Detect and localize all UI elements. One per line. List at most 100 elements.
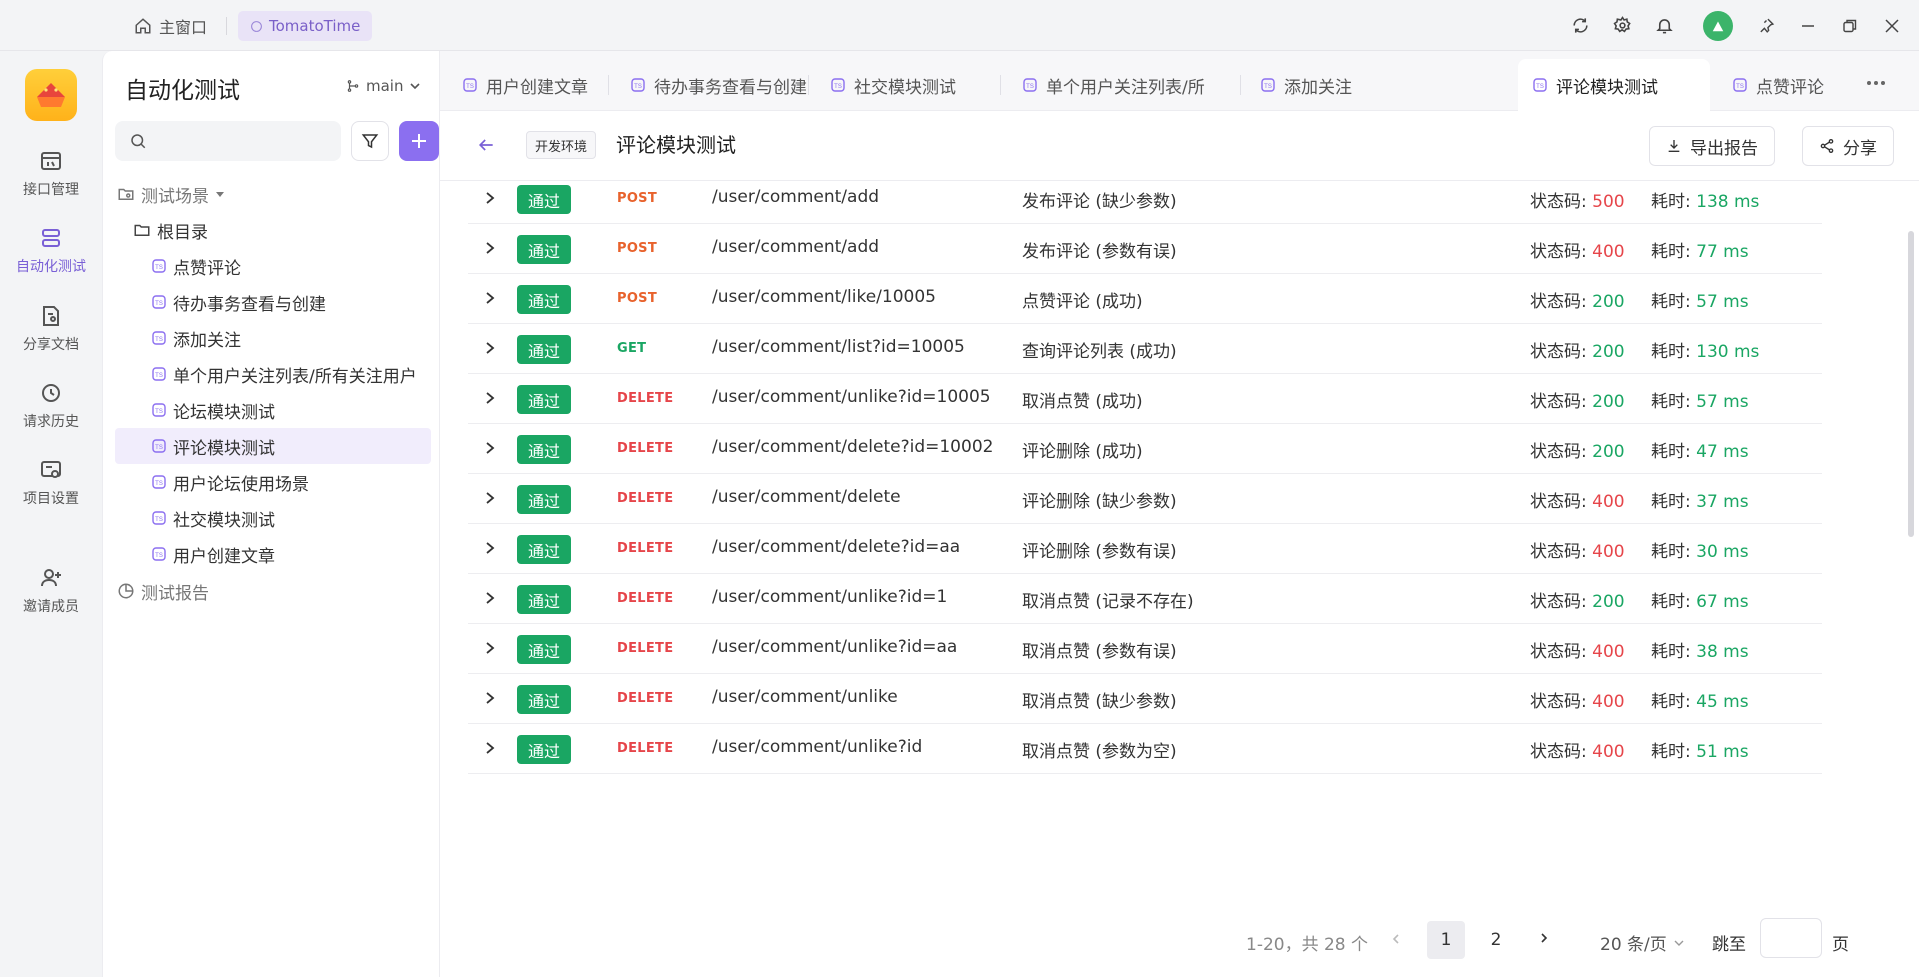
search-input[interactable] xyxy=(115,121,341,161)
http-method: DELETE xyxy=(617,541,674,556)
elapsed-time-value: 45 ms xyxy=(1696,692,1749,712)
svg-text:TS: TS xyxy=(155,553,163,559)
tree-item[interactable]: TS 社交模块测试 xyxy=(151,500,433,536)
export-report-button[interactable]: 导出报告 xyxy=(1649,126,1775,166)
result-row[interactable]: 通过 DELETE/user/comment/delete 评论删除 (缺少参数) 状… xyxy=(468,474,1822,524)
expand-chevron-icon[interactable] xyxy=(484,291,496,305)
home-window-button[interactable]: 主窗口 xyxy=(134,12,207,40)
close-window-button[interactable] xyxy=(1871,8,1913,44)
tree-item[interactable]: TS 添加关注 xyxy=(151,320,433,356)
tab-social-module[interactable]: TS 社交模块测试 xyxy=(808,59,1000,111)
page-size-select[interactable]: 20 条/页 xyxy=(1600,930,1685,955)
tree-item[interactable]: TS 单个用户关注列表/所有关注用户 xyxy=(151,356,433,392)
page-button-1[interactable]: 1 xyxy=(1427,921,1465,959)
rail-item-request-history[interactable]: 请求历史 xyxy=(0,371,102,441)
result-row[interactable]: 通过 DELETE/user/comment/unlike?id=aa 取消点赞 (… xyxy=(468,624,1822,674)
expand-chevron-icon[interactable] xyxy=(484,241,496,255)
result-row[interactable]: 通过 GET/user/comment/list?id=10005 查询评论列表 (… xyxy=(468,324,1822,374)
add-scenario-button[interactable] xyxy=(399,121,439,161)
tab-todo[interactable]: TS 待办事务查看与创建 xyxy=(608,59,808,111)
tree-item[interactable]: TS 用户论坛使用场景 xyxy=(151,464,433,500)
scenario-file-icon: TS xyxy=(152,295,166,309)
tab-label: 点赞评论 xyxy=(1756,77,1824,98)
avatar[interactable] xyxy=(1703,10,1733,41)
notifications-button[interactable] xyxy=(1646,8,1682,44)
request-path: /user/comment/delete xyxy=(712,487,901,507)
time-prefix: 耗时: xyxy=(1651,642,1691,662)
result-row[interactable]: 通过 DELETE/user/comment/unlike?id=1 取消点赞 (记… xyxy=(468,574,1822,624)
result-row[interactable]: 通过 DELETE/user/comment/delete?id=aa 评论删除 (… xyxy=(468,524,1822,574)
tree-item[interactable]: TS 待办事务查看与创建 xyxy=(151,284,433,320)
tree-item[interactable]: TS 点赞评论 xyxy=(151,248,433,284)
result-row[interactable]: 通过 DELETE/user/comment/unlike?id 取消点赞 (参数为… xyxy=(468,724,1822,774)
tree-item-selected[interactable]: TS 评论模块测试 xyxy=(115,428,431,464)
tree-root-folder[interactable]: 根目录 xyxy=(133,212,208,248)
elapsed-time-value: 138 ms xyxy=(1696,192,1760,212)
status-code: 状态码: 400 xyxy=(1530,637,1625,662)
tab-add-follow[interactable]: TS 添加关注 xyxy=(1238,59,1398,111)
expand-chevron-icon[interactable] xyxy=(484,591,496,605)
pin-window-button[interactable] xyxy=(1745,8,1787,44)
svg-text:TS: TS xyxy=(1026,84,1034,90)
expand-chevron-icon[interactable] xyxy=(484,491,496,505)
tab-overflow-button[interactable] xyxy=(1861,65,1891,101)
restore-button[interactable] xyxy=(1829,8,1871,44)
rail-item-invite-members[interactable]: 邀请成员 xyxy=(0,556,102,626)
result-row[interactable]: 通过 DELETE/user/comment/unlike 取消点赞 (缺少参数) 状… xyxy=(468,674,1822,724)
sync-button[interactable] xyxy=(1562,8,1598,44)
tree-item[interactable]: TS 用户创建文章 xyxy=(151,536,433,572)
filter-button[interactable] xyxy=(351,121,389,161)
expand-chevron-icon[interactable] xyxy=(484,691,496,705)
result-row[interactable]: 通过 DELETE/user/comment/unlike?id=10005 取消点… xyxy=(468,374,1822,424)
expand-chevron-icon[interactable] xyxy=(484,191,496,205)
expand-chevron-icon[interactable] xyxy=(484,341,496,355)
tab-follow-list[interactable]: TS 单个用户关注列表/所 xyxy=(1000,59,1240,111)
page-button-2[interactable]: 2 xyxy=(1477,921,1515,959)
time-prefix: 耗时: xyxy=(1651,342,1691,362)
branch-selector[interactable]: main xyxy=(346,77,421,95)
prev-page-button[interactable] xyxy=(1390,930,1402,949)
expand-chevron-icon[interactable] xyxy=(484,741,496,755)
rail-item-project-settings[interactable]: 项目设置 xyxy=(0,448,102,518)
next-page-button[interactable] xyxy=(1538,929,1550,948)
tree-reports[interactable]: 测试报告 xyxy=(117,573,209,609)
minimize-button[interactable] xyxy=(1787,8,1829,44)
elapsed-time: 耗时: 67 ms xyxy=(1651,587,1749,612)
scenario-file-icon: TS xyxy=(1261,78,1275,92)
rail-item-automation[interactable]: 自动化测试 xyxy=(0,216,102,286)
settings-button[interactable] xyxy=(1604,8,1640,44)
app-tab[interactable]: TomatoTime xyxy=(238,11,373,41)
scrollbar[interactable] xyxy=(1908,231,1914,537)
svg-text:TS: TS xyxy=(1264,84,1272,90)
rail-item-api-management[interactable]: 接口管理 xyxy=(0,139,102,209)
tab-user-create-article[interactable]: TS 用户创建文章 xyxy=(440,59,608,111)
http-method: DELETE xyxy=(617,591,674,606)
expand-chevron-icon[interactable] xyxy=(484,541,496,555)
back-button[interactable] xyxy=(476,135,496,160)
tab-like-comment[interactable]: TS 点赞评论 xyxy=(1710,59,1858,111)
scenario-file-icon: TS xyxy=(463,78,477,92)
result-row[interactable]: 通过 POST/user/comment/add 发布评论 (参数有误) 状态码: 4… xyxy=(468,224,1822,274)
elapsed-time: 耗时: 45 ms xyxy=(1651,687,1749,712)
share-button[interactable]: 分享 xyxy=(1802,126,1894,166)
status-prefix: 状态码: xyxy=(1530,692,1587,712)
svg-text:TS: TS xyxy=(155,409,163,415)
result-row[interactable]: 通过 POST/user/comment/like/10005 点赞评论 (成功) 状… xyxy=(468,274,1822,324)
expand-chevron-icon[interactable] xyxy=(484,391,496,405)
rail-item-share-docs[interactable]: 分享文档 xyxy=(0,294,102,364)
expand-chevron-icon[interactable] xyxy=(484,441,496,455)
tree-scenarios-header[interactable]: 测试场景 xyxy=(117,176,225,212)
svg-text:TS: TS xyxy=(1536,84,1544,90)
result-row[interactable]: 通过 DELETE/user/comment/delete?id=10002 评论删… xyxy=(468,424,1822,474)
result-row[interactable]: 通过 POST/user/comment/add 发布评论 (缺少参数) 状态码: 5… xyxy=(468,174,1822,224)
tab-comment-module[interactable]: TS 评论模块测试 xyxy=(1518,59,1710,111)
status-code: 状态码: 200 xyxy=(1530,387,1625,412)
time-prefix: 耗时: xyxy=(1651,542,1691,562)
status-code-value: 400 xyxy=(1592,742,1625,762)
tree-item[interactable]: TS 论坛模块测试 xyxy=(151,392,433,428)
jump-page-input[interactable] xyxy=(1760,918,1822,958)
expand-chevron-icon[interactable] xyxy=(484,641,496,655)
pie-chart-icon xyxy=(118,583,134,599)
tree-reports-label: 测试报告 xyxy=(141,583,209,604)
scenario-file-icon: TS xyxy=(1733,78,1747,92)
